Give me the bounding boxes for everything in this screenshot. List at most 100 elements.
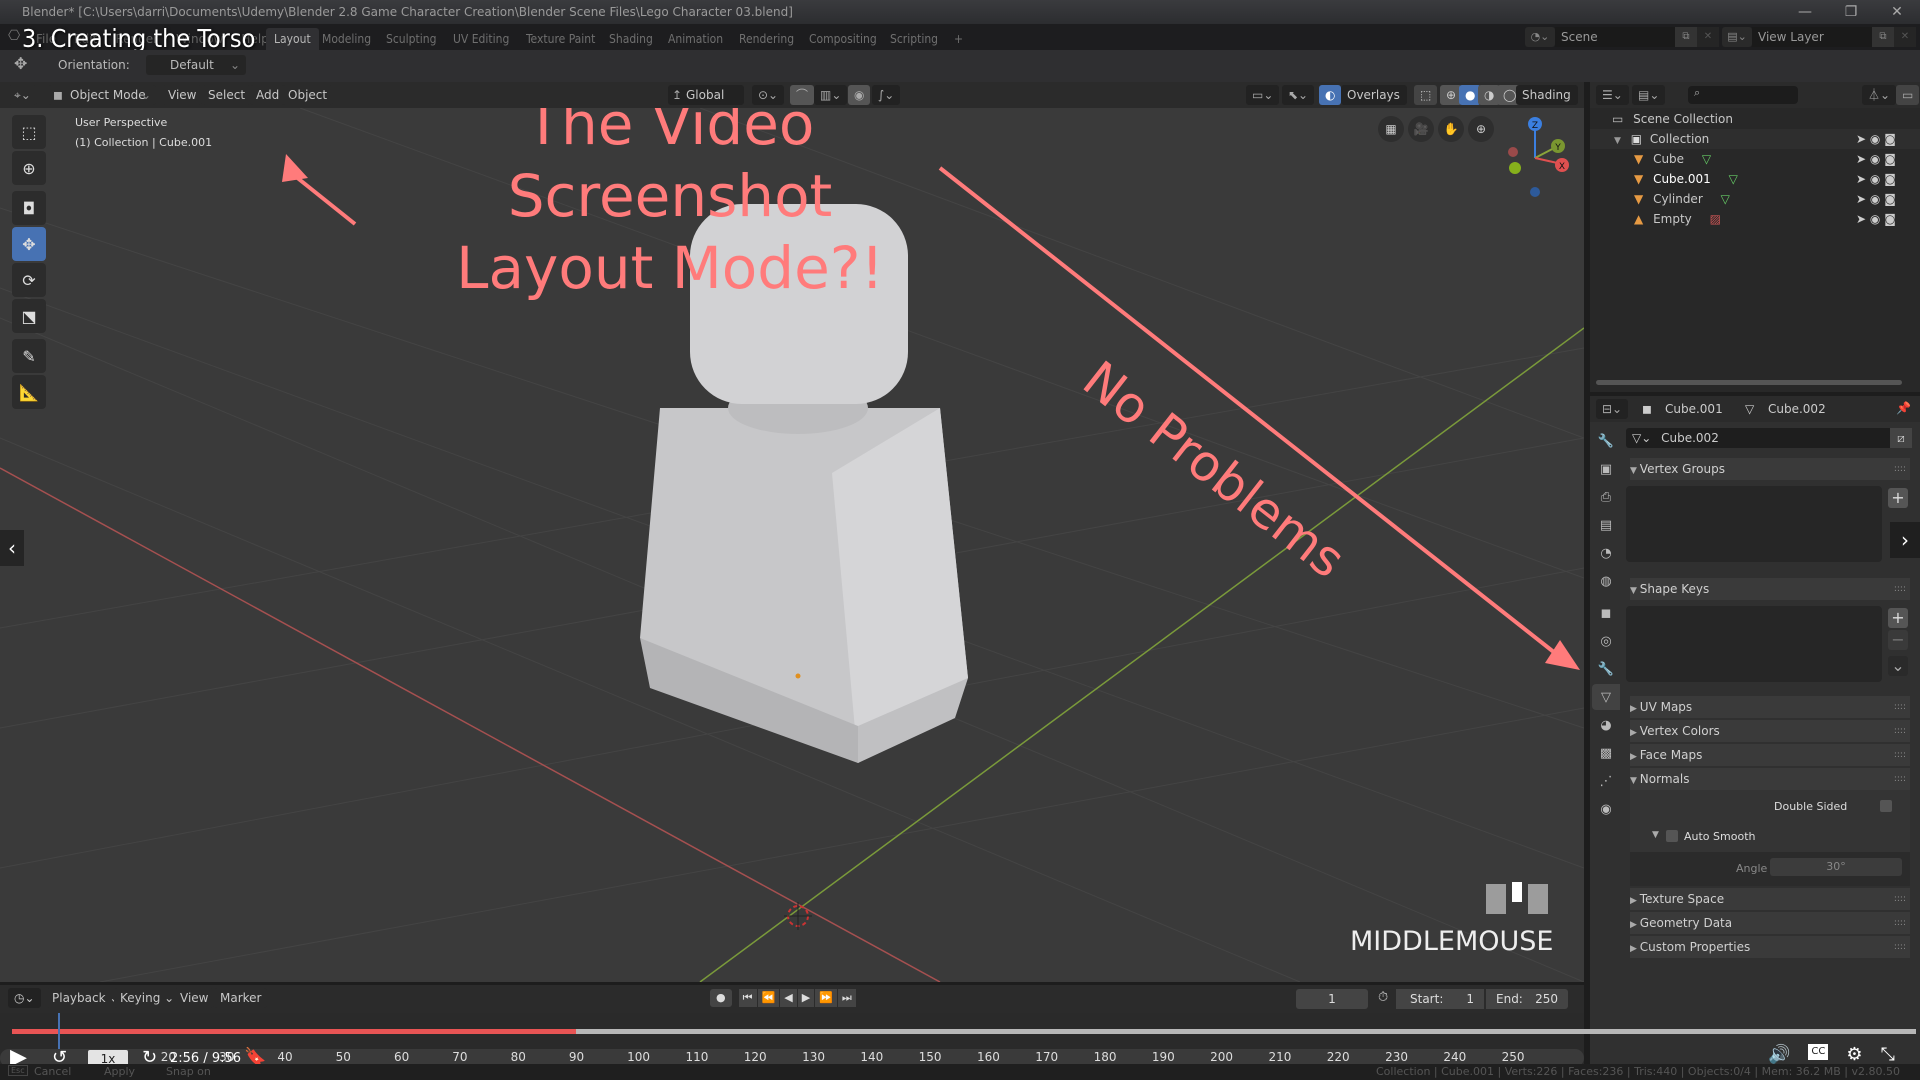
move-tool-icon[interactable]: ✥ <box>12 227 46 261</box>
menu-view[interactable]: View <box>162 85 203 105</box>
play-reverse-icon[interactable]: ◀ <box>780 989 797 1007</box>
zoom-icon[interactable]: ⊕ <box>1468 116 1494 142</box>
tab-object-icon[interactable]: ◼ <box>1592 600 1620 626</box>
panel-uv-maps[interactable]: ▶ UV Maps:::: <box>1630 696 1910 718</box>
tab-shading[interactable]: Shading <box>601 28 661 50</box>
view-layer-field[interactable]: View Layer <box>1752 27 1872 47</box>
menu-add[interactable]: Add <box>250 85 286 105</box>
next-keyframe-icon[interactable]: ⏩ <box>815 989 837 1007</box>
drag-grip-icon[interactable]: :::: <box>1894 578 1906 600</box>
panel-shape-keys[interactable]: ▼ Shape Keys:::: <box>1630 578 1910 600</box>
settings-gear-icon[interactable]: ⚙ <box>1846 1044 1862 1065</box>
exit-fullscreen-icon[interactable]: ⤡ <box>1881 1044 1895 1065</box>
jump-start-icon[interactable]: ⏮ <box>738 989 757 1007</box>
3d-cursor[interactable] <box>784 902 812 930</box>
tab-scripting[interactable]: Scripting <box>882 28 946 50</box>
tab-sculpting[interactable]: Sculpting <box>378 28 444 50</box>
rotate-tool-icon[interactable]: ⟳ <box>12 263 46 297</box>
view-layer-icon[interactable]: ▤⌄ <box>1722 27 1752 47</box>
pivot-point-icon[interactable]: ⊙⌄ <box>752 85 785 105</box>
visibility-eye-icon[interactable]: ◉ <box>1870 212 1880 226</box>
transform-orientation-dropdown[interactable]: ↥ Global <box>668 85 744 105</box>
menu-object[interactable]: Object <box>282 85 334 105</box>
pan-hand-icon[interactable]: ✋ <box>1438 116 1464 142</box>
auto-smooth-checkbox[interactable] <box>1666 830 1678 842</box>
render-camera-icon[interactable]: ◙ <box>1884 172 1896 186</box>
remove-shape-key-button[interactable]: − <box>1888 630 1908 650</box>
drag-grip-icon[interactable]: :::: <box>1894 696 1906 718</box>
minimize-button[interactable]: — <box>1782 0 1828 24</box>
render-camera-icon[interactable]: ◙ <box>1884 152 1896 166</box>
play-icon[interactable]: ▶ <box>797 989 815 1007</box>
tab-output-icon[interactable]: ⎙ <box>1592 484 1620 510</box>
selectable-icon[interactable]: ➤ <box>1856 152 1866 166</box>
tab-rendering[interactable]: Rendering <box>731 28 802 50</box>
mesh-datablock-field[interactable]: ▽⌄ Cube.002 ⧄ <box>1626 428 1912 448</box>
gizmo-neg-y[interactable] <box>1509 162 1521 174</box>
3d-viewport[interactable]: User Perspective (1) Collection | Cube.0… <box>0 108 1584 982</box>
gizmo-neg-x[interactable] <box>1508 147 1518 157</box>
tab-animation[interactable]: Animation <box>660 28 731 50</box>
selectable-icon[interactable]: ➤ <box>1856 212 1866 226</box>
video-progress-track[interactable] <box>12 1029 1916 1034</box>
tab-mesh-data-icon[interactable]: ▽ <box>1592 684 1620 710</box>
drag-grip-icon[interactable]: :::: <box>1894 458 1906 480</box>
selectable-icon[interactable]: ➤ <box>1856 132 1866 146</box>
jump-end-icon[interactable]: ⏭ <box>837 989 856 1007</box>
render-camera-icon[interactable]: ◙ <box>1884 212 1896 226</box>
selectable-icon[interactable]: ➤ <box>1856 192 1866 206</box>
panel-custom-properties[interactable]: ▶ Custom Properties:::: <box>1630 936 1910 958</box>
new-collection-icon[interactable]: ▭ <box>1896 85 1920 105</box>
prev-keyframe-icon[interactable]: ⏪ <box>757 989 780 1007</box>
xray-toggle-icon[interactable]: ⬚ <box>1414 85 1438 105</box>
new-scene-icon[interactable]: ⧉ <box>1675 27 1697 47</box>
stopwatch-icon[interactable]: ⏱ <box>1378 990 1388 1005</box>
menu-select[interactable]: Select <box>202 85 252 105</box>
shape-key-specials-button[interactable]: ⌄ <box>1888 656 1908 676</box>
menu-keying[interactable]: Keying ⌄ <box>114 988 181 1008</box>
outliner-scene-collection[interactable]: ▭ Scene Collection <box>1590 109 1920 129</box>
overlays-dropdown[interactable]: Overlays <box>1341 85 1407 105</box>
visibility-eye-icon[interactable]: ◉ <box>1870 152 1880 166</box>
scene-selector-icon[interactable]: ◔⌄ <box>1525 27 1555 47</box>
camera-view-icon[interactable]: 🎥 <box>1408 116 1434 142</box>
tab-modifiers-icon[interactable]: 🔧 <box>1592 656 1620 682</box>
filter-icon[interactable]: ⏃⌄ <box>1862 85 1897 105</box>
add-shape-key-button[interactable]: + <box>1888 608 1908 628</box>
tab-view-layer-icon[interactable]: ▤ <box>1592 512 1620 538</box>
tab-material-icon[interactable]: ◕ <box>1592 712 1620 738</box>
pin-icon[interactable]: 📌 <box>1896 401 1911 415</box>
annotate-tool-icon[interactable]: ✎ <box>12 339 46 373</box>
tab-texture-paint[interactable]: Texture Paint <box>518 28 603 50</box>
editor-type-icon[interactable]: ⊟⌄ <box>1596 399 1629 419</box>
tab-layout[interactable]: Layout <box>266 28 319 50</box>
toggle-ortho-icon[interactable]: ▦ <box>1378 116 1404 142</box>
snap-toggle-icon[interactable]: ⌒ <box>790 85 815 105</box>
mesh-data-icon[interactable]: ▽ <box>1729 172 1738 186</box>
mode-dropdown[interactable]: ◼ Object Mode ⌄ <box>48 85 156 105</box>
breadcrumb-mesh[interactable]: Cube.002 <box>1768 402 1826 416</box>
video-next-arrow[interactable]: › <box>1890 522 1920 558</box>
collections-visibility-icon[interactable]: ▭⌄ <box>1246 85 1280 105</box>
drag-grip-icon[interactable]: :::: <box>1894 888 1906 910</box>
outliner-search-input[interactable]: ⌕ <box>1688 86 1798 104</box>
new-view-layer-icon[interactable]: ⧉ <box>1872 27 1894 47</box>
vertex-groups-list[interactable] <box>1626 486 1882 562</box>
visibility-eye-icon[interactable]: ◉ <box>1870 132 1880 146</box>
cursor-tool-icon[interactable]: ⊕ <box>12 151 46 185</box>
editor-type-icon[interactable]: ⌖⌄ <box>8 85 37 105</box>
menu-view[interactable]: View <box>174 988 215 1008</box>
tab-texture-icon[interactable]: ▩ <box>1592 740 1620 766</box>
delete-view-layer-icon[interactable]: ✕ <box>1894 27 1916 47</box>
mesh-browse-icon[interactable]: ▽⌄ <box>1626 431 1657 445</box>
gizmo-neg-z[interactable] <box>1530 187 1540 197</box>
panel-vertex-groups[interactable]: ▼ Vertex Groups:::: <box>1630 458 1910 480</box>
selectable-icon[interactable]: ➤ <box>1856 172 1866 186</box>
drag-grip-icon[interactable]: :::: <box>1894 936 1906 958</box>
scale-tool-icon[interactable]: ⬔ <box>12 299 46 333</box>
close-button[interactable]: ✕ <box>1874 0 1920 24</box>
display-mode-icon[interactable]: ☰⌄ <box>1596 85 1629 105</box>
drag-grip-icon[interactable]: :::: <box>1894 720 1906 742</box>
current-frame-field[interactable]: 1 <box>1296 989 1368 1009</box>
fake-user-icon[interactable]: ⧄ <box>1890 428 1912 448</box>
